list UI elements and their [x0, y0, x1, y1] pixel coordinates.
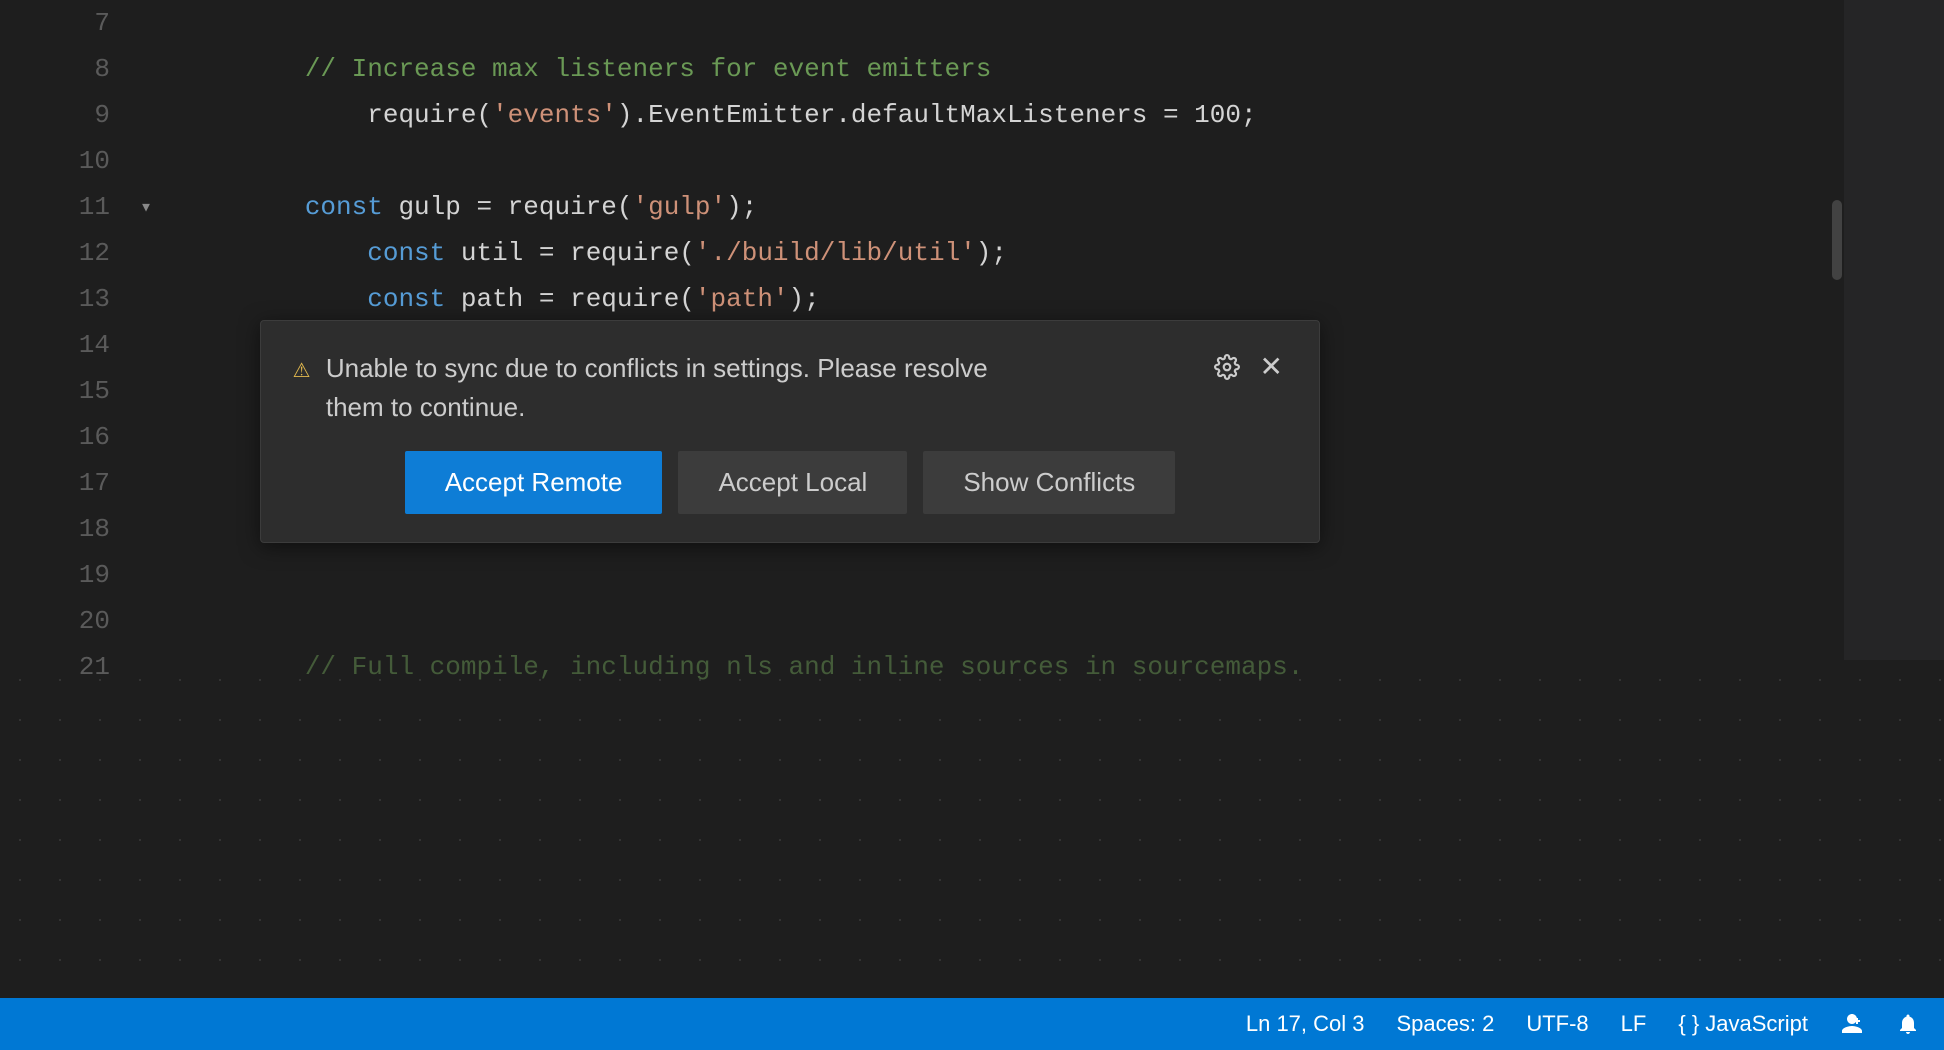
line-number-20: 20	[0, 606, 140, 636]
notification-text: Unable to sync due to conflicts in setti…	[326, 349, 1287, 427]
line-number-19: 19	[0, 560, 140, 590]
settings-button[interactable]	[1210, 350, 1244, 384]
notification-message-line1: Unable to sync due to conflicts in setti…	[326, 353, 988, 383]
status-encoding[interactable]: UTF-8	[1526, 1011, 1588, 1037]
notification-top-actions: ✕	[1210, 349, 1287, 385]
show-conflicts-button[interactable]: Show Conflicts	[923, 451, 1175, 514]
line-number-17: 17	[0, 468, 140, 498]
accept-remote-button[interactable]: Accept Remote	[405, 451, 663, 514]
notification-message-line2: them to continue.	[326, 392, 525, 422]
line-number-18: 18	[0, 514, 140, 544]
status-language[interactable]: { } JavaScript	[1678, 1011, 1808, 1037]
minimap	[1844, 0, 1944, 660]
notification-header: ⚠ Unable to sync due to conflicts in set…	[293, 349, 1287, 427]
gear-icon	[1214, 354, 1240, 380]
status-sync[interactable]	[1840, 1012, 1864, 1036]
close-button[interactable]: ✕	[1256, 349, 1287, 385]
scrollbar-thumb[interactable]	[1832, 200, 1842, 280]
code-line-9: 9 require('events').EventEmitter.default…	[0, 92, 1944, 138]
status-position[interactable]: Ln 17, Col 3	[1246, 1011, 1365, 1037]
line-number-13: 13	[0, 284, 140, 314]
scrollbar[interactable]	[1830, 0, 1844, 660]
line-number-16: 16	[0, 422, 140, 452]
notification-popup: ⚠ Unable to sync due to conflicts in set…	[260, 320, 1320, 543]
notification-buttons: Accept Remote Accept Local Show Conflict…	[293, 451, 1287, 514]
line-number-11: 11	[0, 192, 140, 222]
dot-grid	[0, 660, 1944, 998]
status-bar: Ln 17, Col 3 Spaces: 2 UTF-8 LF { } Java…	[0, 998, 1944, 1050]
status-spaces[interactable]: Spaces: 2	[1397, 1011, 1495, 1037]
close-icon: ✕	[1260, 353, 1283, 381]
line-number-9: 9	[0, 100, 140, 130]
accept-local-button[interactable]: Accept Local	[678, 451, 907, 514]
line-number-8: 8	[0, 54, 140, 84]
line-number-12: 12	[0, 238, 140, 268]
line-number-7: 7	[0, 8, 140, 38]
person-icon	[1840, 1012, 1864, 1036]
warning-icon: ⚠	[293, 351, 310, 386]
line-number-14: 14	[0, 330, 140, 360]
code-line-19: 19	[0, 552, 1944, 598]
editor-area: 7 8 // Increase max listeners for event …	[0, 0, 1944, 1050]
status-line-ending[interactable]: LF	[1621, 1011, 1647, 1037]
line-number-10: 10	[0, 146, 140, 176]
line-number-15: 15	[0, 376, 140, 406]
bell-icon	[1896, 1012, 1920, 1036]
chevron-11[interactable]: ▾	[140, 194, 170, 220]
status-bell[interactable]	[1896, 1012, 1920, 1036]
